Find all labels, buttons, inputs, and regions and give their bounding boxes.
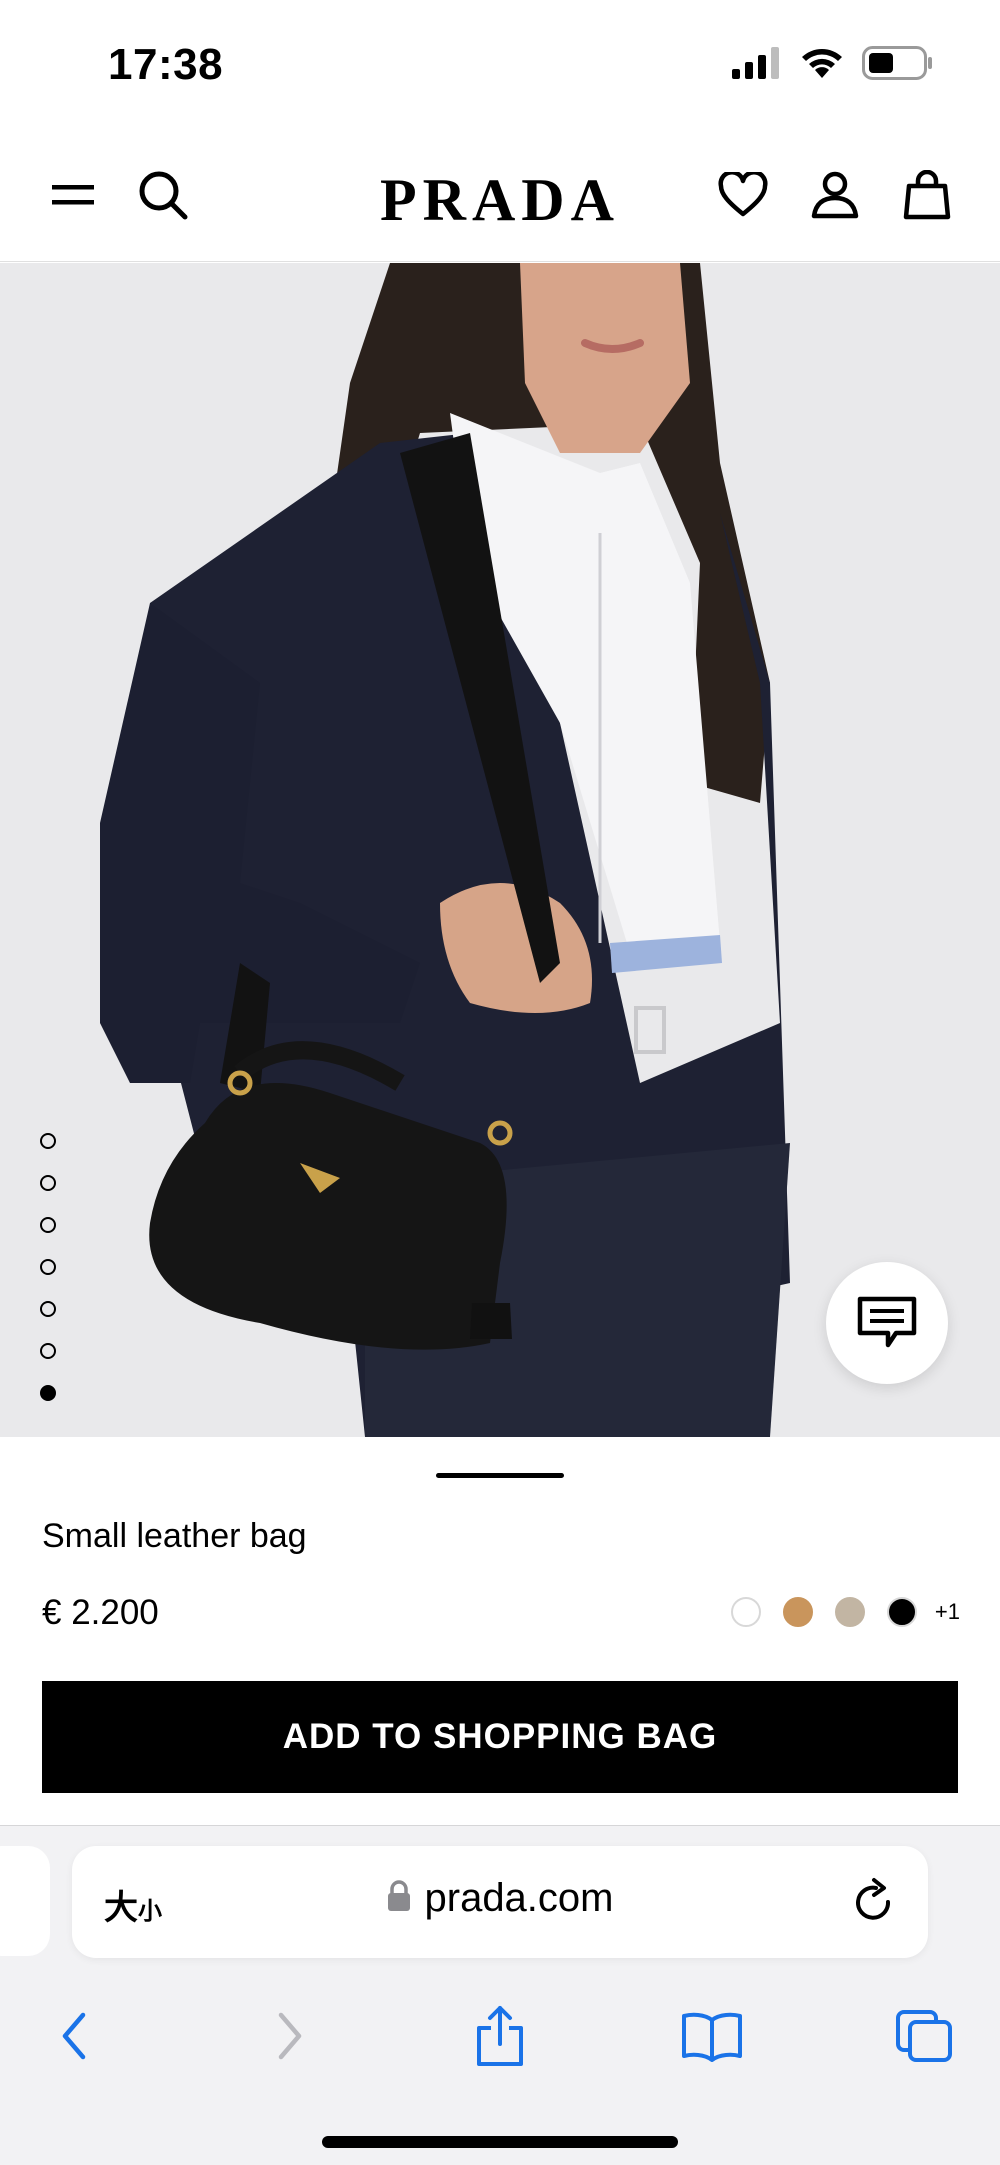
carousel-dot[interactable]	[40, 1259, 56, 1275]
carousel-dot-active[interactable]	[40, 1385, 56, 1401]
account-button[interactable]	[800, 160, 870, 230]
lock-icon	[387, 1880, 410, 1912]
color-swatch-black[interactable]	[886, 1597, 917, 1627]
carousel-dot[interactable]	[40, 1175, 56, 1191]
url-display[interactable]: prada.com	[72, 1876, 928, 1921]
account-icon	[811, 171, 859, 219]
chat-icon	[857, 1296, 917, 1348]
back-button[interactable]	[34, 1996, 114, 2076]
reload-icon	[856, 1878, 891, 1920]
carousel-dot[interactable]	[40, 1217, 56, 1233]
product-price: € 2.200	[42, 1593, 159, 1632]
product-name: Small leather bag	[42, 1517, 307, 1555]
status-time: 17:38	[108, 40, 224, 89]
bookmarks-icon	[682, 2012, 742, 2062]
chat-button[interactable]	[826, 1262, 948, 1384]
add-to-bag-button[interactable]: ADD TO SHOPPING BAG	[42, 1681, 958, 1793]
wishlist-button[interactable]	[708, 160, 778, 230]
url-text: prada.com	[424, 1876, 614, 1920]
forward-button[interactable]	[250, 1996, 330, 2076]
previous-tab-preview[interactable]	[0, 1846, 50, 1956]
back-icon	[62, 2012, 86, 2060]
forward-icon	[278, 2012, 302, 2060]
share-button[interactable]	[460, 1996, 540, 2076]
status-icons	[732, 46, 934, 80]
carousel-dot[interactable]	[40, 1133, 56, 1149]
color-swatch-beige[interactable]	[834, 1597, 865, 1627]
shopping-bag-icon	[903, 170, 951, 220]
shopping-bag-button[interactable]	[892, 160, 962, 230]
status-bar: 17:38	[0, 0, 1000, 130]
home-indicator[interactable]	[322, 2136, 678, 2148]
share-icon	[477, 2006, 523, 2066]
wifi-icon	[802, 49, 842, 78]
more-colors-label[interactable]: +1	[935, 1599, 960, 1625]
bookmarks-button[interactable]	[672, 1996, 752, 2076]
product-photo	[0, 263, 1000, 1437]
carousel-dot[interactable]	[40, 1301, 56, 1317]
site-header: PRADA	[0, 130, 1000, 262]
product-image-carousel[interactable]	[0, 263, 1000, 1437]
tabs-icon	[896, 2010, 952, 2062]
heart-icon	[718, 172, 768, 217]
color-swatch-caramel[interactable]	[782, 1597, 813, 1627]
color-swatch-white[interactable]	[730, 1597, 761, 1627]
color-swatches: +1	[730, 1597, 960, 1627]
signal-icon	[732, 47, 779, 79]
product-info-panel: Small leather bag € 2.200 +1 ADD TO SHOP…	[0, 1437, 1000, 1825]
browser-toolbar	[0, 1986, 1000, 2086]
carousel-dot[interactable]	[40, 1343, 56, 1359]
browser-bottom-bar: 大小 prada.com	[0, 1825, 1000, 2165]
carousel-pagination	[40, 1133, 56, 1401]
battery-icon	[862, 46, 932, 80]
reload-button[interactable]	[852, 1876, 896, 1929]
tabs-button[interactable]	[884, 1996, 964, 2076]
panel-drag-handle[interactable]	[436, 1473, 564, 1478]
address-bar[interactable]: 大小 prada.com	[72, 1846, 928, 1958]
